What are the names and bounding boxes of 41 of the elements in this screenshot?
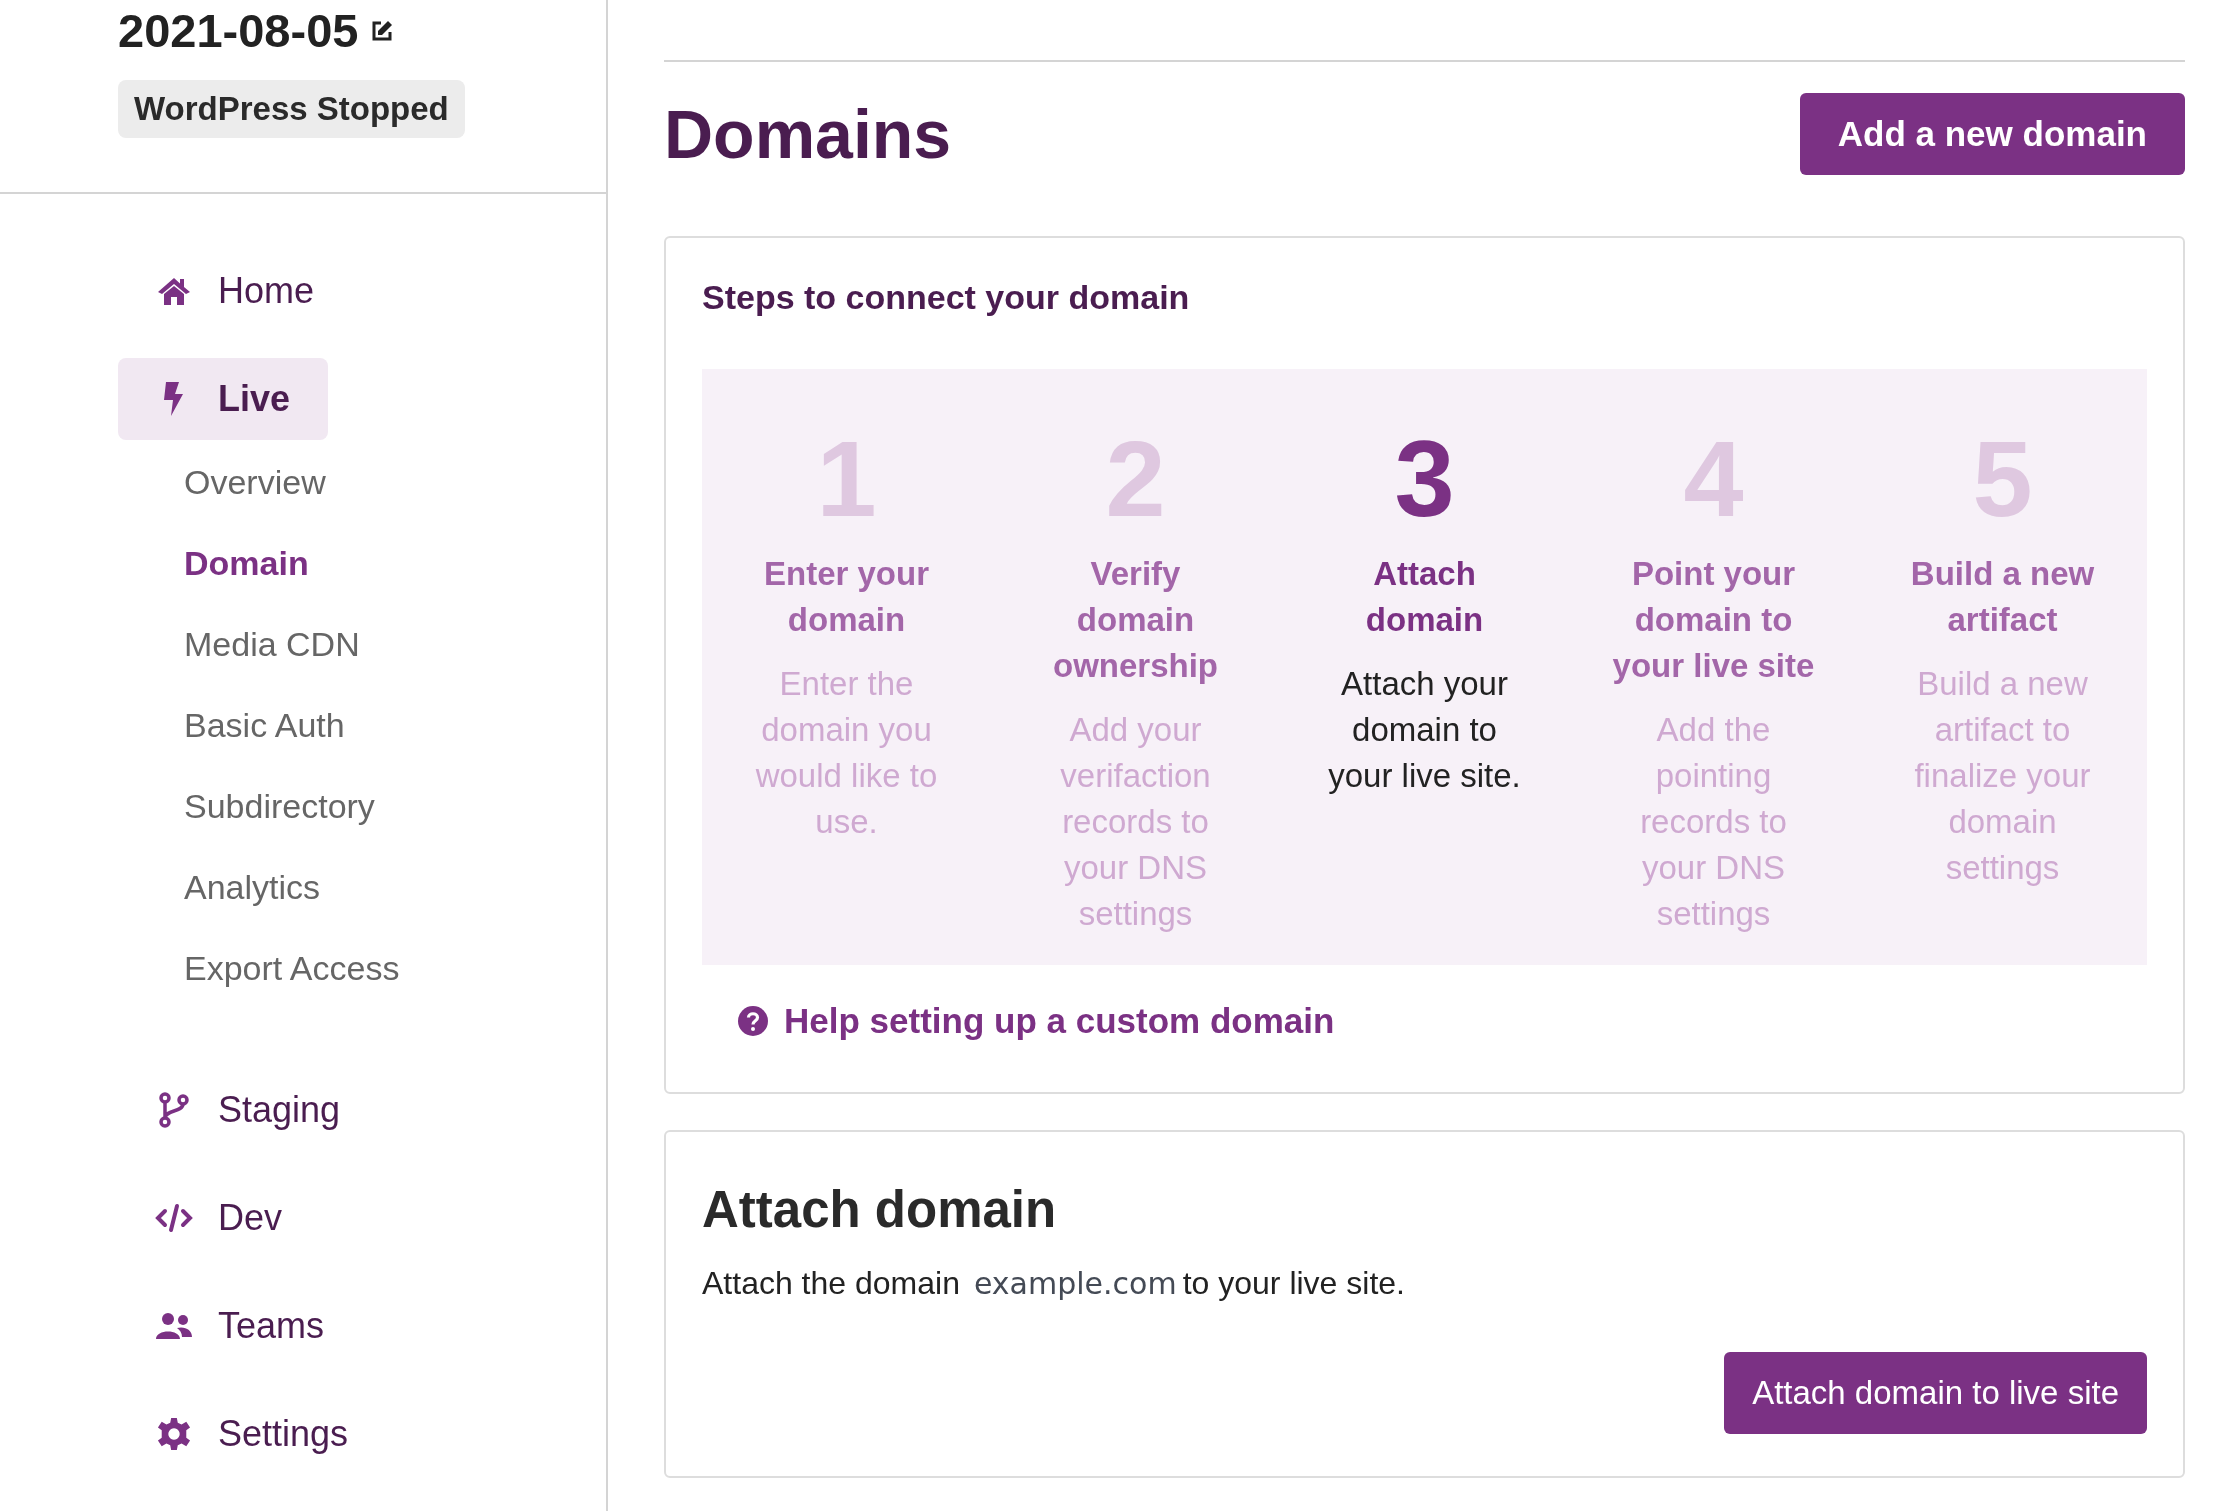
step-description: Add the pointing records to your DNS settings — [1639, 710, 1788, 934]
edit-icon[interactable] — [370, 19, 395, 43]
step-number: 3 — [1394, 419, 1455, 539]
step-description: Enter the domain you would like to use. — [754, 664, 939, 842]
subnav-item[interactable]: Domain — [184, 523, 309, 604]
branch-icon — [158, 1092, 190, 1128]
attach-description: Attach the domain example.com to your live site. — [702, 1265, 1406, 1302]
help-icon — [738, 1006, 768, 1036]
subnav-item[interactable]: Basic Auth — [184, 685, 345, 766]
lightning-icon — [163, 381, 185, 417]
subnav-item[interactable]: Media CDN — [184, 604, 360, 685]
code-icon — [155, 1203, 193, 1233]
card-title: Steps to connect your domain — [702, 278, 1191, 317]
subnav-item[interactable]: Analytics — [184, 847, 321, 928]
nav-item[interactable]: Dev — [118, 1177, 321, 1259]
step-title: Enter your domain — [762, 554, 930, 640]
add-domain-button[interactable]: Add a new domain — [1799, 93, 2185, 175]
settings-icon — [157, 1417, 191, 1451]
step-description: Add your verifaction records to your DNS settings — [1059, 710, 1212, 934]
status-badge: WordPress Stopped — [118, 80, 465, 138]
step-title: Point your domain to your live site — [1611, 554, 1816, 686]
subnav-item[interactable]: Export Access — [184, 928, 400, 1009]
help-link[interactable]: Help setting up a custom domain — [738, 1001, 1335, 1041]
step-description: Build a new artifact to finalize your domain settings — [1913, 664, 2092, 888]
nav-item[interactable]: Settings — [118, 1393, 387, 1475]
step-description: Attach your domain to your live site. — [1327, 664, 1522, 796]
nav-item[interactable]: Live — [118, 358, 329, 440]
step-title: Attach domain — [1364, 554, 1485, 640]
nav-item[interactable]: Teams — [118, 1285, 363, 1367]
subnav-item[interactable]: Overview — [184, 442, 326, 523]
nav-item[interactable]: Staging — [118, 1069, 379, 1151]
step-title: Build a new artifact — [1909, 554, 2096, 640]
site-title: 2021-08-05 — [118, 3, 359, 59]
step-title: Verify domain ownership — [1052, 554, 1219, 686]
page-title: Domains — [664, 95, 952, 173]
nav-item[interactable]: Home — [118, 250, 353, 332]
attach-button[interactable]: Attach domain to live site — [1724, 1352, 2147, 1434]
section-title: Attach domain — [702, 1180, 1058, 1239]
subnav-item[interactable]: Subdirectory — [184, 766, 375, 847]
house-icon — [156, 276, 192, 306]
people-icon — [155, 1312, 193, 1340]
